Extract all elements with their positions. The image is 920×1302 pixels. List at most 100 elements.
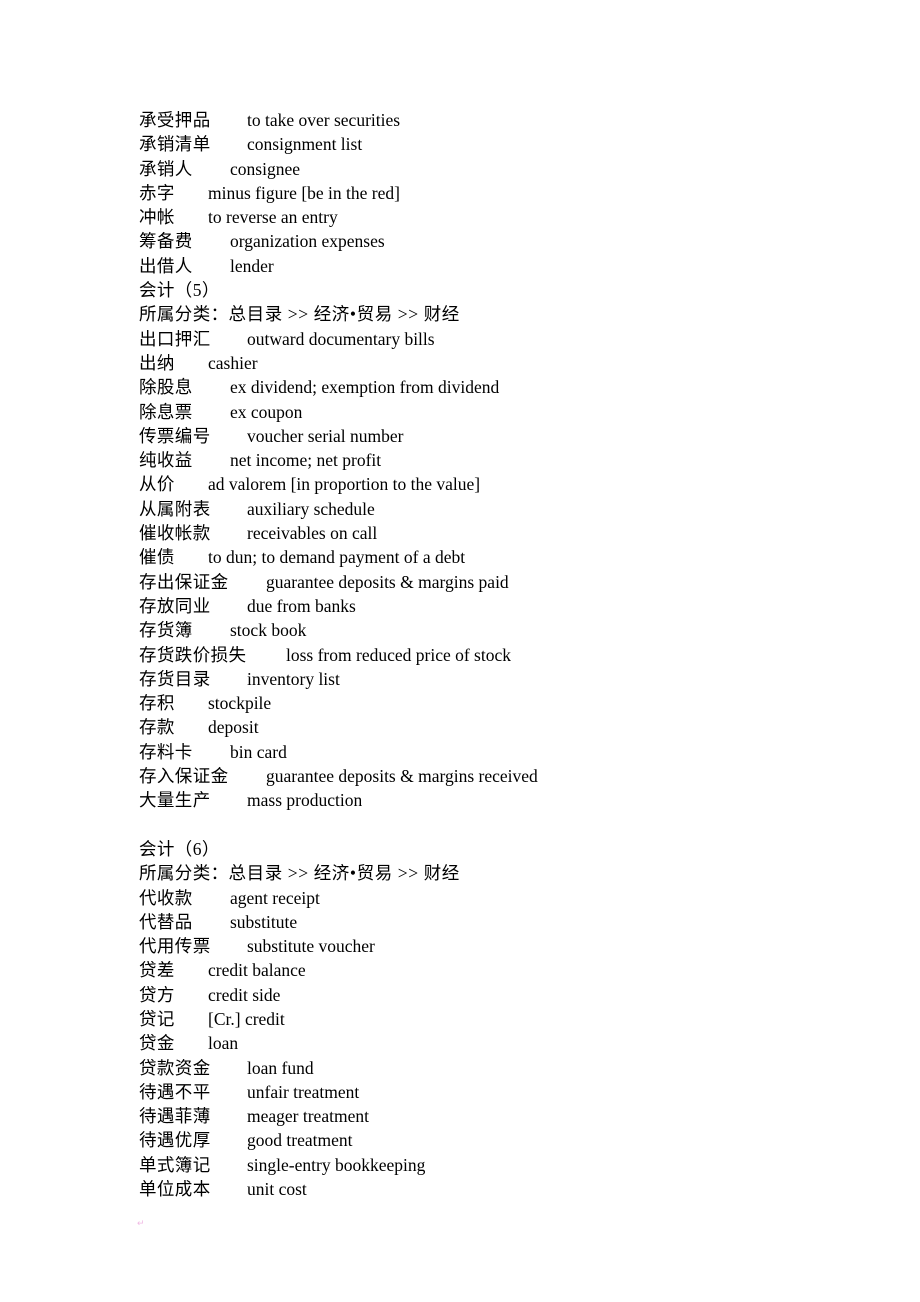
entry-definition: unfair treatment (247, 1081, 360, 1102)
glossary-entry: 存货簿 stock book (139, 618, 859, 642)
entry-term: 存出保证金 (139, 571, 229, 592)
entry-term: 从价 (139, 474, 175, 495)
entry-definition: to reverse an entry (208, 207, 338, 228)
entry-definition: [Cr.] credit (208, 1008, 285, 1029)
glossary-entry: 存积 stockpile (139, 691, 859, 715)
glossary-entry: 赤字 minus figure [be in the red] (139, 181, 859, 205)
entry-definition: stock book (230, 620, 307, 641)
category-label: 所属分类： (139, 863, 229, 884)
section-heading: 会计（5） (139, 280, 220, 301)
entry-definition: guarantee deposits & margins paid (266, 571, 509, 592)
glossary-entry: 贷方 credit side (139, 983, 859, 1007)
entry-definition: net income; net profit (230, 450, 382, 471)
glossary-entry: 承销人 consignee (139, 157, 859, 181)
entry-term: 存货目录 (139, 668, 211, 689)
entry-definition: lender (230, 255, 274, 276)
entry-term: 除息票 (139, 401, 193, 422)
glossary-entry: 大量生产 mass production (139, 788, 859, 812)
entry-definition: to dun; to demand payment of a debt (208, 547, 466, 568)
glossary-entry: 待遇优厚 good treatment (139, 1128, 859, 1152)
glossary-entry: 从价 ad valorem [in proportion to the value… (139, 472, 859, 496)
glossary-entry: 从属附表 auxiliary schedule (139, 497, 859, 521)
entry-definition: mass production (247, 790, 363, 811)
glossary-entry: 存放同业 due from banks (139, 594, 859, 618)
entry-term: 代替品 (139, 911, 193, 932)
glossary-entry: 冲帐 to reverse an entry (139, 205, 859, 229)
glossary-entry: 贷金 loan (139, 1031, 859, 1055)
glossary-entry: 待遇不平 unfair treatment (139, 1080, 859, 1104)
glossary-entry: 出口押汇 outward documentary bills (139, 327, 859, 351)
entry-definition: credit side (208, 984, 281, 1005)
entry-definition: unit cost (247, 1179, 307, 1200)
category-path: 总目录 >> 经济•贸易 >> 财经 (228, 304, 460, 325)
entry-definition: substitute voucher (247, 936, 375, 957)
glossary-entry: 单位成本 unit cost (139, 1177, 859, 1201)
entry-term: 出纳 (139, 352, 175, 373)
glossary-entry: 贷差 credit balance (139, 958, 859, 982)
entry-term: 贷差 (139, 960, 175, 981)
entry-term: 存入保证金 (139, 766, 229, 787)
entry-term: 存料卡 (139, 741, 193, 762)
entry-term: 存货跌价损失 (139, 644, 247, 665)
glossary-entry: 除息票 ex coupon (139, 400, 859, 424)
document-page: 承受押品 to take over securities 承销清单 consignme… (0, 0, 920, 1302)
paragraph-mark-artifact: ↵ (137, 1218, 145, 1228)
entry-term: 传票编号 (139, 425, 211, 446)
glossary-entry: 存出保证金 guarantee deposits & margins paid (139, 570, 859, 594)
category-label: 所属分类： (139, 304, 229, 325)
entry-definition: to take over securities (247, 110, 401, 130)
entry-definition: single-entry bookkeeping (247, 1154, 426, 1175)
category-breadcrumb: 所属分类：总目录 >> 经济•贸易 >> 财经 (139, 302, 859, 326)
entry-term: 催债 (139, 547, 175, 568)
entry-definition: loan (208, 1033, 239, 1054)
entry-term: 存款 (139, 717, 175, 738)
entry-term: 待遇不平 (139, 1081, 211, 1102)
glossary-entry: 代收款 agent receipt (139, 886, 859, 910)
entry-term: 冲帐 (139, 207, 175, 228)
entry-term: 贷记 (139, 1008, 175, 1029)
entry-term: 贷金 (139, 1033, 175, 1054)
glossary-entry: 纯收益 net income; net profit (139, 448, 859, 472)
glossary-entry: 承受押品 to take over securities (139, 108, 859, 132)
entry-term: 除股息 (139, 377, 193, 398)
entry-term: 纯收益 (139, 450, 193, 471)
entry-term: 待遇优厚 (139, 1130, 211, 1151)
entry-definition: cashier (208, 352, 258, 373)
entry-term: 出口押汇 (139, 328, 211, 349)
entry-definition: consignee (230, 158, 300, 179)
glossary-entry: 存入保证金 guarantee deposits & margins receiv… (139, 764, 859, 788)
glossary-entry: 代用传票 substitute voucher (139, 934, 859, 958)
glossary-entry: 承销清单 consignment list (139, 132, 859, 156)
entry-term: 承销人 (139, 158, 193, 179)
entry-definition: outward documentary bills (247, 328, 435, 349)
entry-term: 出借人 (139, 255, 193, 276)
category-path: 总目录 >> 经济•贸易 >> 财经 (228, 863, 460, 884)
entry-definition: organization expenses (230, 231, 385, 252)
entry-term: 代收款 (139, 887, 193, 908)
entry-term: 从属附表 (139, 498, 211, 519)
glossary-entry: 出借人 lender (139, 254, 859, 278)
entry-definition: good treatment (247, 1130, 353, 1151)
glossary-entry: 出纳 cashier (139, 351, 859, 375)
glossary-entry: 除股息 ex dividend; exemption from dividend (139, 375, 859, 399)
entry-definition: meager treatment (247, 1106, 369, 1127)
entry-term: 贷方 (139, 984, 175, 1005)
glossary-entry: 催债 to dun; to demand payment of a debt (139, 545, 859, 569)
entry-definition: ad valorem [in proportion to the value] (208, 474, 481, 495)
glossary-entry: 存货目录 inventory list (139, 667, 859, 691)
glossary-entry: 传票编号 voucher serial number (139, 424, 859, 448)
entry-term: 代用传票 (139, 936, 211, 957)
section-heading: 会计（6） (139, 838, 220, 859)
glossary-entry: 筹备费 organization expenses (139, 229, 859, 253)
entry-term: 单式簿记 (139, 1154, 211, 1175)
entry-term: 承受押品 (139, 110, 211, 130)
entry-definition: stockpile (208, 693, 272, 714)
entry-term: 存货簿 (139, 620, 193, 641)
entry-definition: agent receipt (230, 887, 320, 908)
glossary-entry: 待遇菲薄 meager treatment (139, 1104, 859, 1128)
entry-term: 存积 (139, 693, 175, 714)
entry-definition: ex coupon (230, 401, 303, 422)
glossary-entry: 贷款资金 loan fund (139, 1056, 859, 1080)
glossary-entry: 催收帐款 receivables on call (139, 521, 859, 545)
entry-definition: voucher serial number (247, 425, 404, 446)
